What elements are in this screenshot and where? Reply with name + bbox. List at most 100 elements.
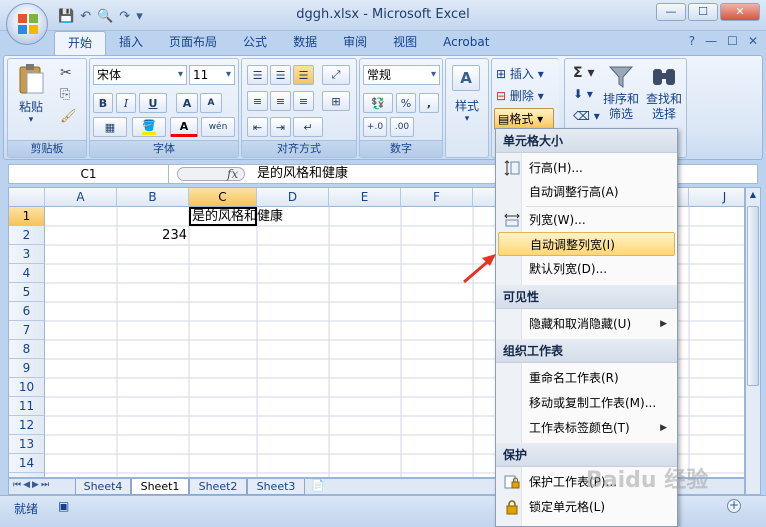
format-painter-icon[interactable]: 🖌 bbox=[60, 109, 77, 124]
insert-function-button[interactable]: fx bbox=[173, 165, 245, 183]
phonetic-button[interactable]: wén bbox=[201, 117, 235, 137]
align-right-button[interactable]: ≡ bbox=[293, 91, 314, 111]
scroll-up-icon[interactable]: ▲ bbox=[747, 190, 759, 202]
row-header-7[interactable]: 7 bbox=[9, 321, 45, 340]
menu-hide-unhide[interactable]: 隐藏和取消隐藏(U) ▶ bbox=[498, 312, 675, 336]
align-center-button[interactable]: ≡ bbox=[270, 91, 291, 111]
row-header-4[interactable]: 4 bbox=[9, 264, 45, 283]
row-header-13[interactable]: 13 bbox=[9, 435, 45, 454]
row-header-9[interactable]: 9 bbox=[9, 359, 45, 378]
clear-button[interactable]: ⌫ ▾ bbox=[573, 109, 600, 123]
align-bottom-button[interactable]: ☰ bbox=[293, 65, 314, 85]
fill-color-button[interactable]: 🪣 bbox=[132, 117, 166, 137]
row-header-5[interactable]: 5 bbox=[9, 283, 45, 302]
menu-lock-cell[interactable]: 锁定单元格(L) bbox=[498, 495, 675, 519]
tab-data[interactable]: 数据 bbox=[280, 31, 330, 55]
menu-move-copy-sheet[interactable]: 移动或复制工作表(M)... bbox=[498, 391, 675, 415]
insert-cells-button[interactable]: ⊞ 插入 ▾ bbox=[496, 65, 544, 82]
row-header-11[interactable]: 11 bbox=[9, 397, 45, 416]
sheet-tab-sheet3[interactable]: Sheet3 bbox=[247, 479, 305, 495]
maximize-button[interactable]: ☐ bbox=[688, 3, 718, 21]
sheet-tab-sheet1[interactable]: Sheet1 bbox=[131, 479, 189, 495]
menu-rename-sheet[interactable]: 重命名工作表(R) bbox=[498, 366, 675, 390]
align-left-button[interactable]: ≡ bbox=[247, 91, 268, 111]
paste-button[interactable]: 粘贴 ▾ bbox=[14, 63, 48, 125]
menu-default-width[interactable]: 默认列宽(D)... bbox=[498, 257, 675, 281]
find-select-button[interactable]: 查找和选择 bbox=[643, 65, 685, 122]
font-color-button[interactable]: A bbox=[170, 117, 198, 137]
col-header-j[interactable]: J bbox=[689, 188, 744, 207]
row-header-12[interactable]: 12 bbox=[9, 416, 45, 435]
orientation-button[interactable]: ⤢ bbox=[322, 65, 350, 85]
increase-indent-button[interactable]: ⇥ bbox=[270, 117, 291, 137]
col-header-d[interactable]: D bbox=[257, 188, 329, 207]
decrease-decimal-button[interactable]: .00 bbox=[390, 117, 414, 137]
scroll-thumb[interactable] bbox=[747, 206, 759, 386]
styles-button[interactable]: A 样式 ▾ bbox=[452, 65, 482, 124]
cut-icon[interactable]: ✂ bbox=[60, 65, 72, 81]
align-middle-button[interactable]: ☰ bbox=[270, 65, 291, 85]
delete-cells-button[interactable]: ⊟ 删除 ▾ bbox=[496, 87, 544, 104]
decrease-indent-button[interactable]: ⇤ bbox=[247, 117, 268, 137]
vertical-scrollbar[interactable]: ▲ bbox=[745, 187, 761, 495]
row-header-14[interactable]: 14 bbox=[9, 454, 45, 473]
row-header-8[interactable]: 8 bbox=[9, 340, 45, 359]
menu-autofit-row-height[interactable]: 自动调整行高(A) bbox=[498, 180, 675, 204]
close-button[interactable]: ✕ bbox=[720, 3, 760, 21]
row-header-2[interactable]: 2 bbox=[9, 226, 45, 245]
col-header-b[interactable]: B bbox=[117, 188, 189, 207]
tab-formulas[interactable]: 公式 bbox=[230, 31, 280, 55]
ribbon-close-icon[interactable]: ✕ bbox=[748, 34, 758, 48]
grow-font-button[interactable]: A bbox=[176, 93, 198, 113]
increase-decimal-button[interactable]: +.0 bbox=[363, 117, 387, 137]
row-header-1[interactable]: 1 bbox=[9, 207, 45, 226]
insert-sheet-icon[interactable]: 📄 bbox=[311, 479, 325, 492]
format-cells-button[interactable]: ▤格式 ▾ bbox=[494, 108, 554, 130]
font-name-combo[interactable]: 宋体 bbox=[93, 65, 187, 85]
menu-autofit-column-width[interactable]: 自动调整列宽(I) bbox=[498, 232, 675, 256]
tab-insert[interactable]: 插入 bbox=[106, 31, 156, 55]
autosum-button[interactable]: Σ ▾ bbox=[573, 65, 594, 81]
fill-button[interactable]: ⬇ ▾ bbox=[573, 87, 593, 101]
borders-button[interactable]: ▦ bbox=[93, 117, 127, 137]
tab-page-layout[interactable]: 页面布局 bbox=[156, 31, 230, 55]
sheet-nav-icon[interactable]: ⏮◀▶⏭ bbox=[13, 480, 51, 490]
sheet-tab-sheet4[interactable]: Sheet4 bbox=[75, 479, 131, 495]
bold-button[interactable]: B bbox=[93, 93, 113, 113]
underline-button[interactable]: U bbox=[139, 93, 167, 113]
sheet-tab-sheet2[interactable]: Sheet2 bbox=[189, 479, 247, 495]
tab-acrobat[interactable]: Acrobat bbox=[430, 31, 502, 55]
align-top-button[interactable]: ☰ bbox=[247, 65, 268, 85]
menu-tab-color[interactable]: 工作表标签颜色(T) ▶ bbox=[498, 416, 675, 440]
office-button[interactable] bbox=[6, 3, 48, 45]
italic-button[interactable]: I bbox=[116, 93, 136, 113]
col-header-c[interactable]: C bbox=[189, 188, 257, 207]
cell-c1[interactable]: 是的风格和健康 bbox=[192, 207, 283, 226]
merge-center-button[interactable]: ⊞ bbox=[322, 91, 350, 111]
col-header-a[interactable]: A bbox=[45, 188, 117, 207]
tab-review[interactable]: 审阅 bbox=[330, 31, 380, 55]
name-box[interactable]: C1 bbox=[9, 165, 169, 183]
comma-button[interactable]: , bbox=[419, 93, 439, 113]
formula-content[interactable]: 是的风格和健康 bbox=[257, 165, 348, 183]
macro-record-icon[interactable]: ▣ bbox=[58, 499, 69, 513]
col-header-e[interactable]: E bbox=[329, 188, 401, 207]
percent-button[interactable]: % bbox=[396, 93, 416, 113]
row-header-3[interactable]: 3 bbox=[9, 245, 45, 264]
select-all-corner[interactable] bbox=[9, 188, 45, 207]
currency-button[interactable]: 💱 bbox=[363, 93, 393, 113]
ribbon-restore-icon[interactable]: ☐ bbox=[727, 34, 738, 48]
copy-icon[interactable]: ⎘ bbox=[60, 87, 70, 102]
number-format-combo[interactable]: 常规 bbox=[363, 65, 440, 85]
row-header-6[interactable]: 6 bbox=[9, 302, 45, 321]
zoom-in-icon[interactable]: + bbox=[727, 499, 741, 513]
row-header-10[interactable]: 10 bbox=[9, 378, 45, 397]
shrink-font-button[interactable]: A bbox=[200, 93, 222, 113]
wrap-text-button[interactable]: ↵ bbox=[293, 117, 323, 137]
help-icon[interactable]: ? bbox=[689, 34, 695, 48]
font-size-combo[interactable]: 11 bbox=[189, 65, 235, 85]
tab-home[interactable]: 开始 bbox=[54, 31, 107, 55]
sort-filter-button[interactable]: 排序和筛选 bbox=[601, 65, 641, 122]
cell-b2[interactable]: 234 bbox=[117, 226, 187, 245]
col-header-f[interactable]: F bbox=[401, 188, 473, 207]
